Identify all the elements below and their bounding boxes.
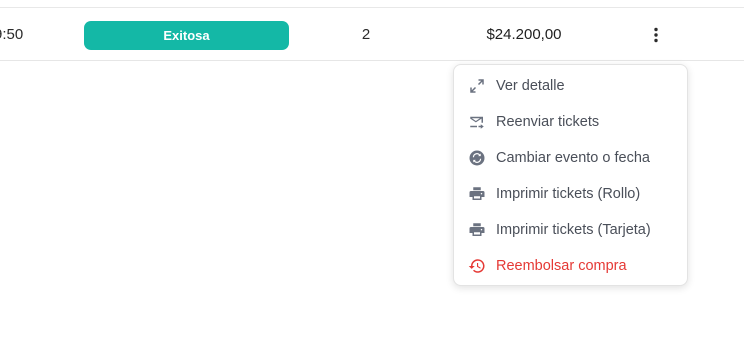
- menu-item-print-card[interactable]: Imprimir tickets (Tarjeta): [454, 212, 687, 248]
- menu-item-print-roll[interactable]: Imprimir tickets (Rollo): [454, 176, 687, 212]
- table-divider: [0, 0, 744, 8]
- printer-icon: [469, 187, 485, 200]
- menu-item-refund[interactable]: Reembolsar compra: [454, 248, 687, 284]
- menu-item-label: Cambiar evento o fecha: [496, 150, 650, 166]
- menu-item-view-detail[interactable]: Ver detalle: [454, 68, 687, 104]
- purchase-time: 9:50: [0, 26, 24, 43]
- kebab-menu-icon: [654, 27, 658, 43]
- table-row: 9:50 Exitosa 2 $24.200,00: [0, 9, 744, 61]
- ticket-quantity: 2: [361, 26, 371, 43]
- page: 9:50 Exitosa 2 $24.200,00 Ver detalle Re…: [0, 0, 744, 364]
- swap-circle-icon: [469, 150, 485, 166]
- menu-item-change-event[interactable]: Cambiar evento o fecha: [454, 140, 687, 176]
- email-forward-icon: [470, 116, 484, 129]
- menu-item-label: Ver detalle: [496, 78, 565, 94]
- menu-item-label: Reenviar tickets: [496, 114, 600, 130]
- more-options-button[interactable]: [644, 23, 668, 47]
- expand-icon: [470, 79, 484, 93]
- purchase-total: $24.200,00: [486, 26, 562, 43]
- status-badge: Exitosa: [84, 21, 289, 50]
- printer-icon: [469, 223, 485, 236]
- menu-item-resend-tickets[interactable]: Reenviar tickets: [454, 104, 687, 140]
- row-actions-menu: Ver detalle Reenviar tickets Cambiar eve…: [453, 64, 688, 286]
- history-icon: [468, 259, 485, 273]
- menu-item-label: Imprimir tickets (Rollo): [496, 186, 641, 202]
- menu-item-label: Reembolsar compra: [496, 258, 627, 274]
- menu-item-label: Imprimir tickets (Tarjeta): [496, 222, 651, 238]
